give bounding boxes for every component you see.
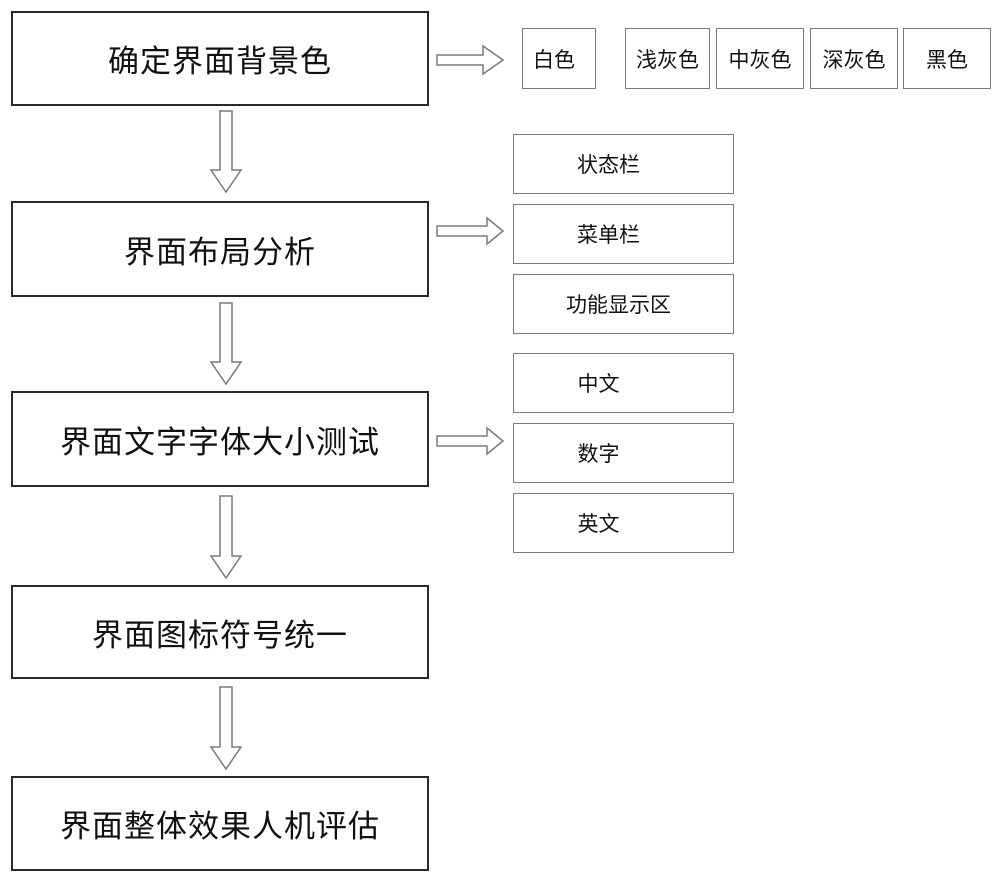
step-box-overall-evaluation: 界面整体效果人机评估: [11, 776, 429, 871]
option-box-medium-gray: 中灰色: [716, 28, 804, 89]
down-arrow-icon: [209, 302, 243, 386]
option-box-dark-gray: 深灰色: [810, 28, 898, 89]
step-label: 确定界面背景色: [108, 44, 332, 80]
option-label: 浅灰色: [636, 47, 699, 72]
down-arrow-icon: [209, 110, 243, 194]
option-box-status-bar: 状态栏: [513, 134, 734, 194]
option-label: 状态栏: [577, 153, 640, 177]
option-box-english: 英文: [513, 493, 734, 553]
option-label: 白色: [533, 47, 575, 72]
option-box-black: 黑色: [903, 28, 991, 89]
step-box-layout-analysis: 界面布局分析: [11, 201, 429, 297]
option-box-function-display-area: 功能显示区: [513, 274, 734, 334]
option-label: 菜单栏: [577, 223, 640, 247]
option-box-light-gray: 浅灰色: [625, 28, 710, 89]
option-box-menu-bar: 菜单栏: [513, 204, 734, 264]
down-arrow-icon: [209, 495, 243, 580]
step-label: 界面文字字体大小测试: [60, 424, 380, 461]
right-arrow-icon: [436, 44, 505, 76]
right-arrow-icon: [436, 216, 505, 246]
step-box-font-size-test: 界面文字字体大小测试: [11, 391, 429, 487]
option-label: 深灰色: [822, 47, 886, 72]
right-arrow-icon: [436, 426, 505, 456]
option-label: 中灰色: [728, 47, 792, 72]
option-box-digits: 数字: [513, 423, 734, 483]
step-box-background-color: 确定界面背景色: [11, 11, 429, 106]
option-label: 黑色: [926, 47, 968, 72]
option-label: 英文: [577, 512, 620, 536]
option-box-chinese: 中文: [513, 353, 734, 413]
option-box-white: 白色: [522, 28, 596, 89]
option-label: 中文: [577, 372, 620, 396]
option-label: 数字: [577, 442, 620, 466]
down-arrow-icon: [209, 686, 243, 771]
step-label: 界面图标符号统一: [92, 617, 348, 654]
option-label: 功能显示区: [566, 293, 671, 317]
step-box-icon-unification: 界面图标符号统一: [11, 585, 429, 679]
step-label: 界面布局分析: [124, 234, 316, 271]
step-label: 界面整体效果人机评估: [60, 809, 380, 845]
